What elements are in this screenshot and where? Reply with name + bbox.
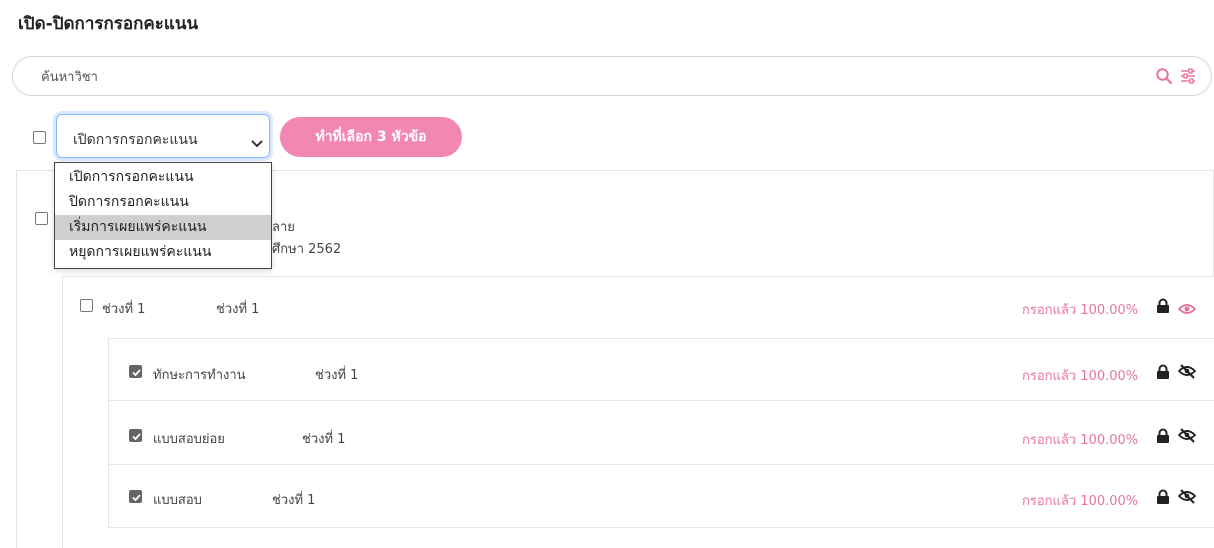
- item-status: กรอกแล้ว 100.00%: [1022, 494, 1139, 509]
- dropdown-option[interactable]: ปิดการกรอกคะแนน: [55, 190, 271, 215]
- item-period: ช่วงที่ 1: [315, 368, 359, 383]
- lock-icon[interactable]: [1156, 489, 1170, 509]
- lock-icon[interactable]: [1156, 364, 1170, 384]
- item-period: ช่วงที่ 1: [302, 432, 346, 447]
- divider: [108, 464, 1214, 465]
- period-value: ช่วงที่ 1: [216, 302, 260, 317]
- bulk-action-dropdown: เปิดการกรอกคะแนน ปิดการกรอกคะแนน เริ่มกา…: [54, 162, 272, 269]
- item-checkbox[interactable]: [129, 429, 142, 442]
- dropdown-option-highlighted[interactable]: เริ่มการเผยแพร่คะแนน: [55, 215, 271, 240]
- filter-icon[interactable]: [1179, 67, 1197, 85]
- item-status: กรอกแล้ว 100.00%: [1022, 369, 1139, 384]
- search-bar: [12, 56, 1212, 96]
- period-checkbox[interactable]: [80, 299, 93, 312]
- item-checkbox[interactable]: [129, 365, 142, 378]
- search-input[interactable]: [41, 67, 941, 87]
- item-checkbox[interactable]: [129, 490, 142, 503]
- course-checkbox[interactable]: [35, 212, 48, 225]
- course-term: ศึกษา 2562: [272, 242, 342, 257]
- eye-off-icon[interactable]: [1177, 488, 1197, 508]
- lock-icon[interactable]: [1156, 428, 1170, 448]
- chevron-down-icon: [251, 133, 263, 152]
- item-status: กรอกแล้ว 100.00%: [1022, 433, 1139, 448]
- item-name: แบบสอบ: [153, 493, 202, 508]
- period-status: กรอกแล้ว 100.00%: [1022, 303, 1139, 318]
- eye-off-icon[interactable]: [1177, 427, 1197, 447]
- dropdown-option[interactable]: หยุดการเผยแพร่คะแนน: [55, 240, 271, 265]
- select-all-checkbox[interactable]: [33, 131, 46, 144]
- lock-icon[interactable]: [1156, 298, 1170, 318]
- eye-icon[interactable]: [1177, 300, 1197, 319]
- select-value: เปิดการกรอกคะแนน: [73, 132, 198, 148]
- course-name: ลาย: [272, 220, 295, 235]
- bulk-action-select[interactable]: เปิดการกรอกคะแนน: [56, 114, 270, 158]
- eye-off-icon[interactable]: [1177, 363, 1197, 383]
- divider: [108, 400, 1214, 401]
- period-label: ช่วงที่ 1: [102, 302, 146, 317]
- item-name: แบบสอบย่อย: [153, 432, 225, 447]
- item-period: ช่วงที่ 1: [272, 493, 316, 508]
- dropdown-option[interactable]: เปิดการกรอกคะแนน: [55, 165, 271, 190]
- item-name: ทักษะการทำงาน: [153, 368, 246, 383]
- apply-selected-button[interactable]: ทำที่เลือก 3 หัวข้อ: [280, 117, 462, 157]
- search-icon[interactable]: [1155, 67, 1173, 85]
- page-title: เปิด-ปิดการกรอกคะแนน: [18, 14, 199, 34]
